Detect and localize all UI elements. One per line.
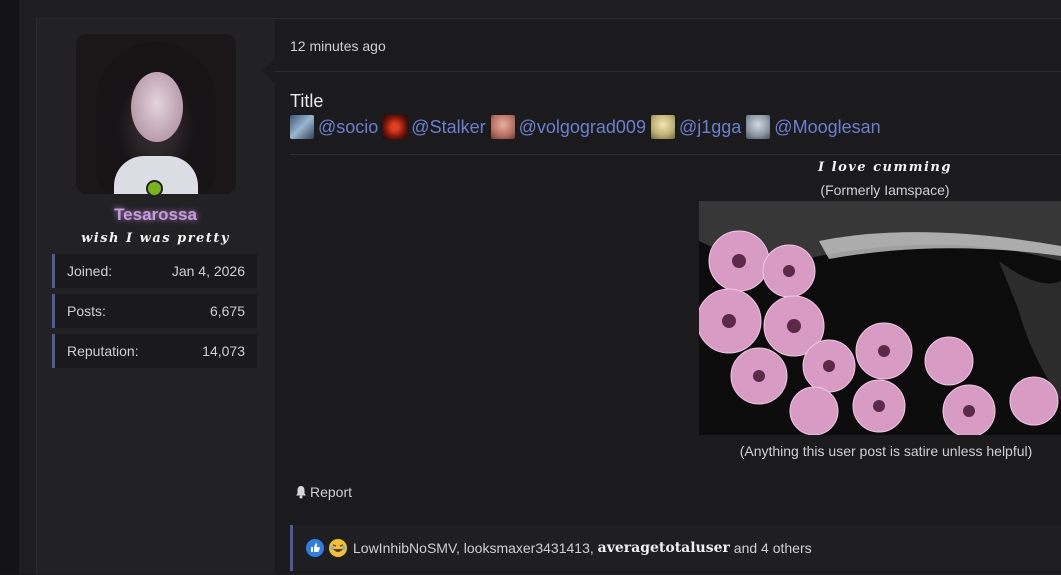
user-arrow bbox=[262, 58, 275, 84]
stat-value: 14,073 bbox=[202, 343, 245, 359]
online-status-dot bbox=[146, 180, 163, 197]
post-timestamp[interactable]: 12 minutes ago bbox=[290, 38, 386, 54]
stat-value: 6,675 bbox=[209, 303, 245, 319]
mention-avatar bbox=[383, 115, 408, 139]
bell-icon bbox=[294, 485, 308, 499]
stat-reputation: Reputation: 14,073 bbox=[52, 334, 257, 368]
reaction-others[interactable]: and 4 others bbox=[734, 540, 812, 556]
mention-volgograd009[interactable]: @volgograd009 bbox=[519, 117, 646, 138]
report-label: Report bbox=[310, 484, 353, 500]
haha-icon[interactable] bbox=[329, 539, 347, 557]
stat-label: Joined: bbox=[67, 263, 113, 279]
stat-joined: Joined: Jan 4, 2026 bbox=[52, 254, 257, 288]
like-icon[interactable] bbox=[306, 539, 324, 557]
header-divider bbox=[275, 71, 1061, 72]
mention-avatar bbox=[290, 115, 314, 139]
mention-mooglesan[interactable]: @Mooglesan bbox=[774, 117, 880, 138]
signature-divider bbox=[290, 154, 1061, 155]
stat-label: Reputation: bbox=[67, 343, 139, 359]
avatar[interactable] bbox=[76, 34, 236, 194]
mention-avatar bbox=[746, 115, 771, 139]
username[interactable]: Tesarossa bbox=[37, 205, 274, 225]
post-title: Title bbox=[290, 91, 324, 111]
user-title: wish I was pretty bbox=[81, 231, 230, 246]
stat-posts: Posts: 6,675 bbox=[52, 294, 257, 328]
mention-avatar bbox=[650, 115, 675, 139]
stat-value: Jan 4, 2026 bbox=[171, 263, 245, 279]
signature-image bbox=[699, 201, 1061, 435]
reaction-users[interactable]: LowInhibNoSMV, looksmaxer3431413, bbox=[353, 540, 594, 556]
mention-stalker[interactable]: @Stalker bbox=[411, 117, 485, 138]
mention-j1gga[interactable]: @j1gga bbox=[679, 117, 741, 138]
signature-subtitle: (Formerly Iamspace) bbox=[820, 182, 950, 198]
reaction-user-bold[interactable]: averagetotaluser bbox=[598, 540, 730, 556]
signature-caption: (Anything this user post is satire unles… bbox=[739, 443, 1033, 459]
flower-illustration bbox=[699, 201, 1061, 435]
left-strip bbox=[0, 0, 19, 574]
mention-list: @socio @Stalker @volgograd009 @j1gga @Mo… bbox=[290, 114, 886, 140]
reaction-bar: LowInhibNoSMV, looksmaxer3431413, averag… bbox=[290, 525, 1061, 571]
mention-avatar bbox=[490, 115, 515, 139]
stat-label: Posts: bbox=[67, 303, 106, 319]
report-button[interactable]: Report bbox=[294, 484, 352, 500]
mention-socio[interactable]: @socio bbox=[318, 117, 378, 138]
signature-title: I love cumming bbox=[818, 160, 952, 175]
